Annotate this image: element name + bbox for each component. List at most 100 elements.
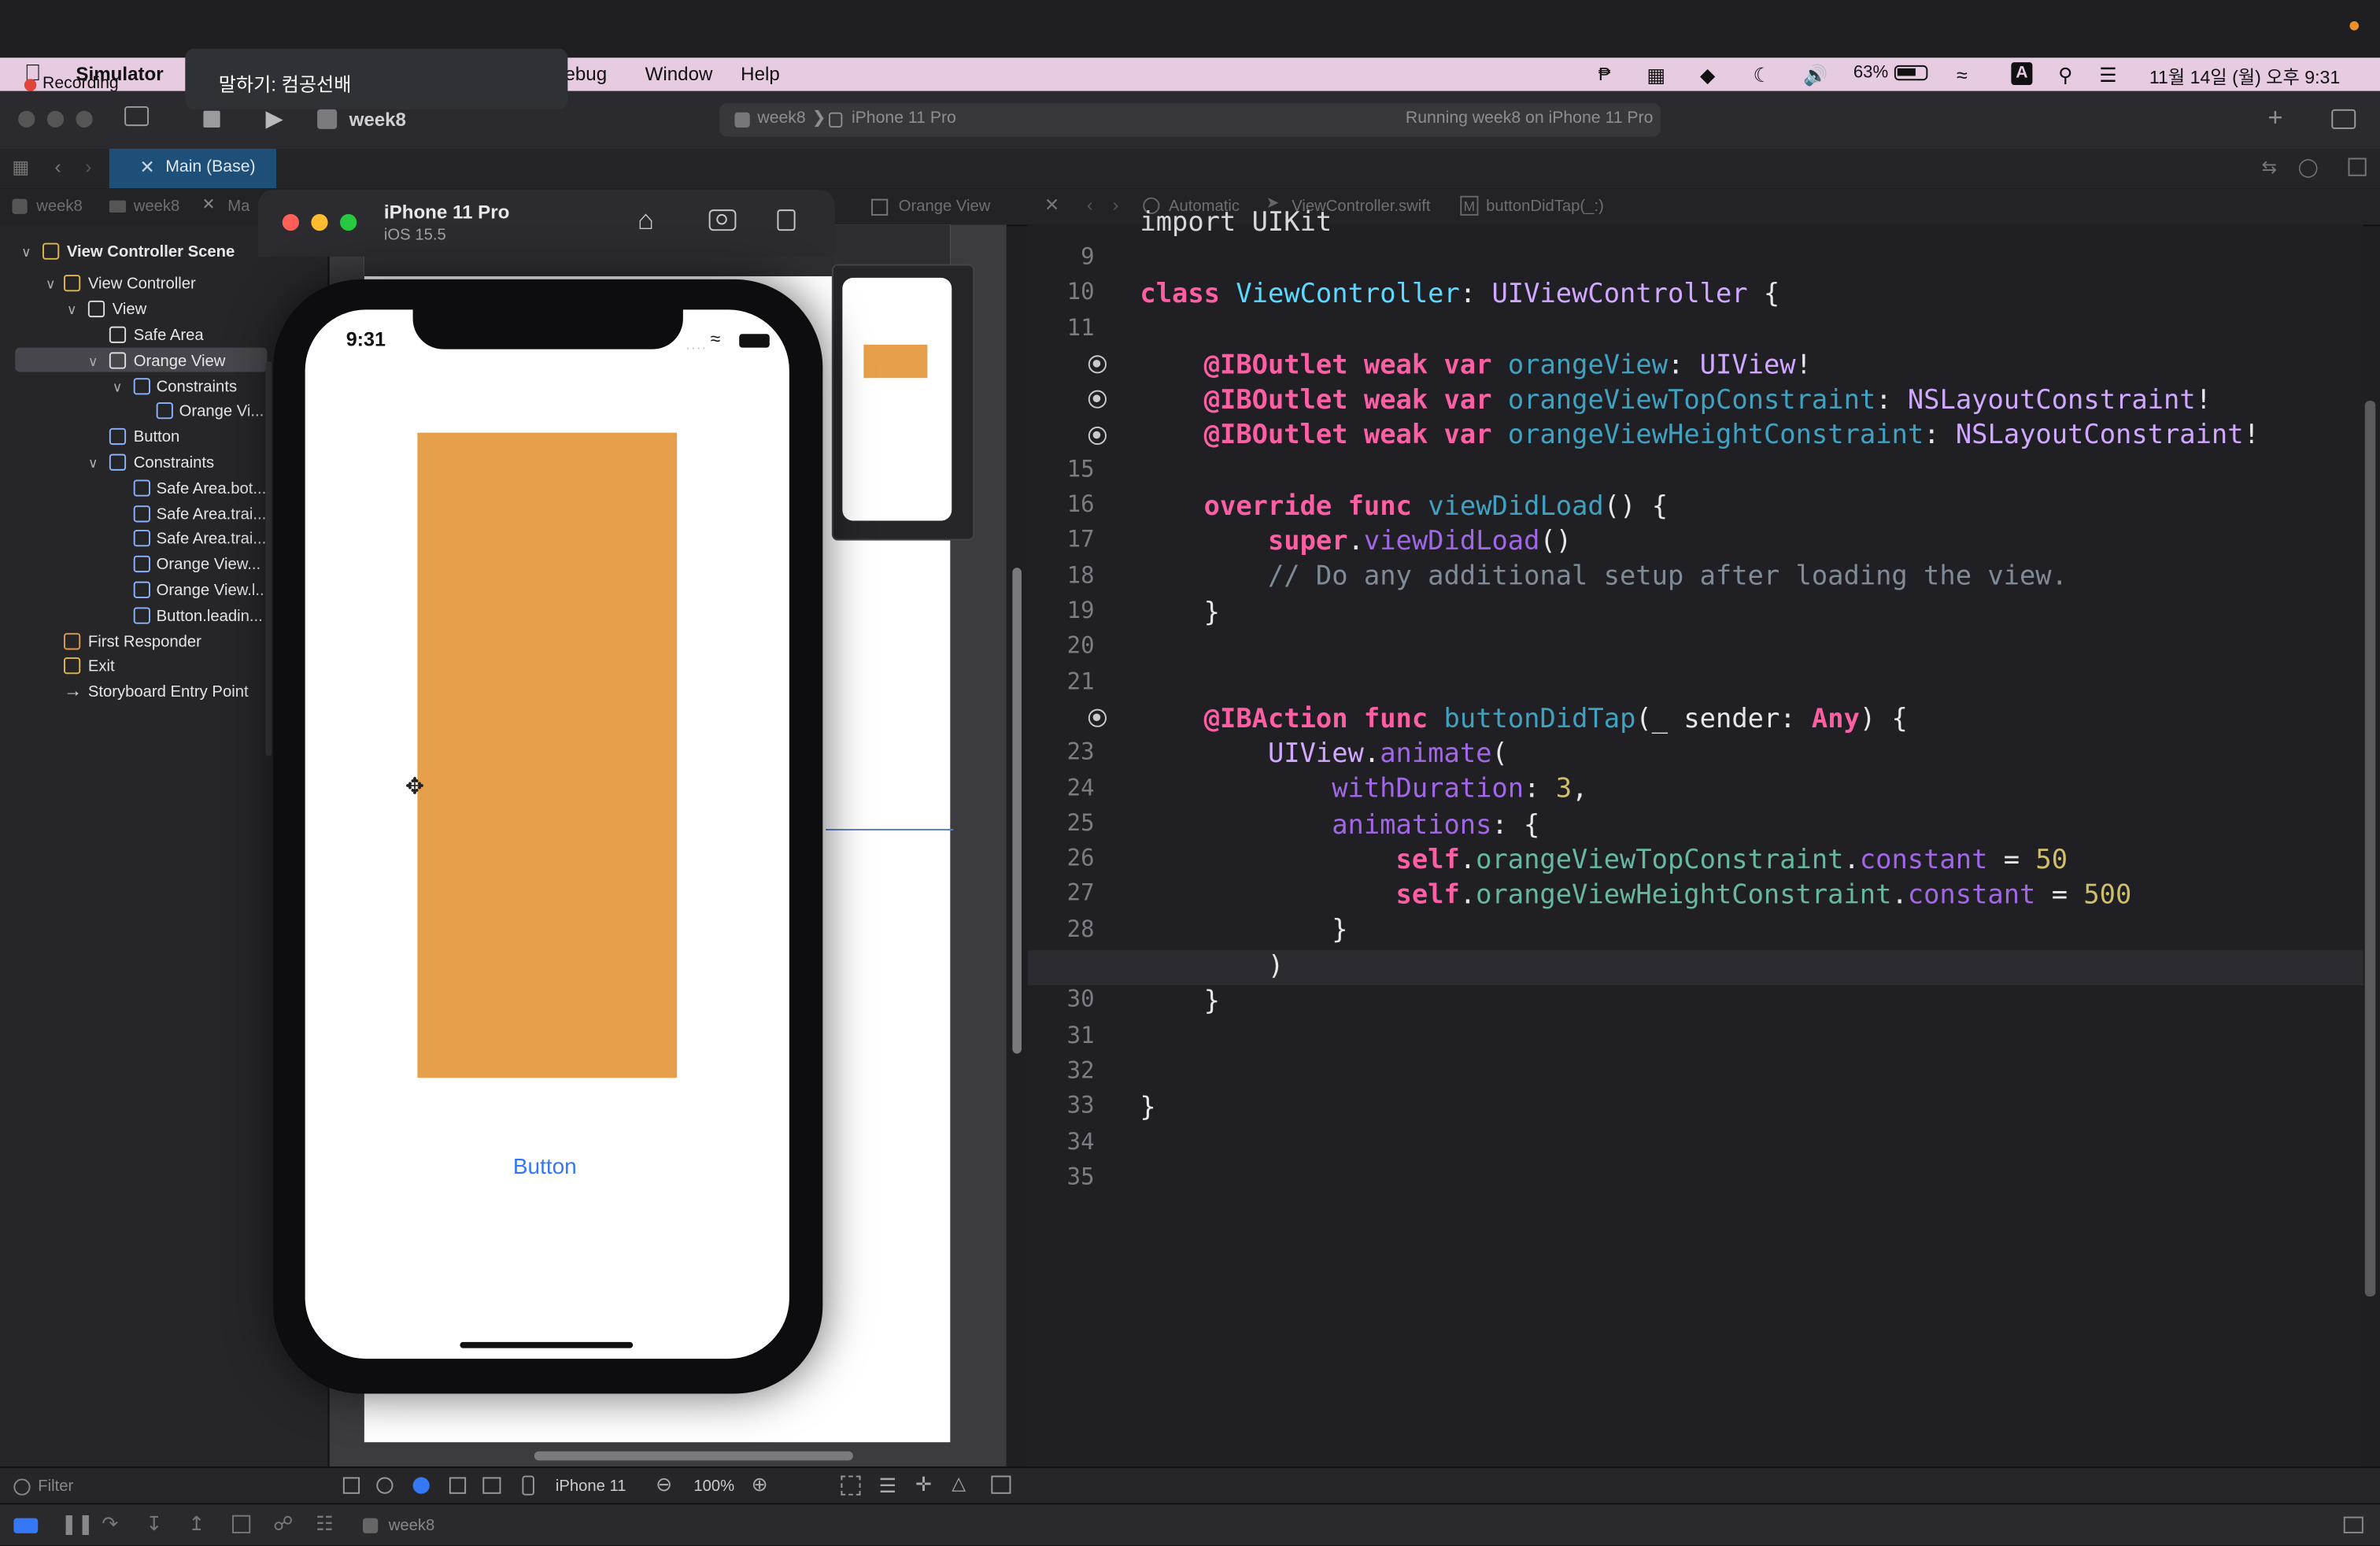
sidebar-toggle-icon[interactable] (124, 106, 150, 127)
outlet-connection-icon[interactable] (1088, 390, 1107, 409)
jumpbar-crumb-1[interactable]: week8 (36, 198, 83, 216)
menubar-clock[interactable]: 11월 14일 (월) 오후 9:31 (2149, 64, 2340, 90)
outlet-connection-icon[interactable] (1088, 425, 1107, 445)
nav-item-constraints[interactable]: Constraints (134, 451, 214, 475)
refresh-icon[interactable]: ⇆ (2262, 157, 2277, 178)
home-icon[interactable]: ⌂ (638, 205, 654, 237)
jumpbar-crumb-2[interactable]: week8 (134, 198, 180, 216)
jumpbar-mid-tab[interactable]: Orange View (899, 198, 991, 216)
nav-item-orange-view-leading-constraint[interactable]: Orange View.l... (157, 579, 269, 603)
editor-vertical-scrollbar[interactable] (2364, 401, 2376, 1297)
nav-item-first-responder[interactable]: First Responder (88, 630, 201, 654)
pause-icon[interactable]: ❚❚ (61, 1512, 94, 1537)
nav-item-safe-area-bottom-constraint[interactable]: Safe Area.bot... (157, 477, 267, 501)
simulator-zoom-button[interactable] (340, 213, 357, 231)
disclosure-chevron-icon[interactable]: ∨ (67, 298, 77, 322)
device-selector[interactable]: iPhone 11 (556, 1478, 626, 1496)
forward-arrow-icon[interactable]: › (85, 155, 91, 178)
window-close-button[interactable] (18, 110, 35, 128)
tab-main-base[interactable]: ✕ Main (Base) (109, 149, 277, 189)
app-button[interactable]: Button (513, 1156, 577, 1180)
navigator-scrollbar[interactable] (265, 361, 272, 756)
jumpbar-method[interactable]: buttonDidTap(_:) (1486, 198, 1604, 216)
grid-icon[interactable]: ▦ (1647, 64, 1666, 88)
nav-item-button[interactable]: Button (134, 425, 180, 449)
nav-item-constraints[interactable]: Constraints (157, 375, 237, 399)
nav-item-orange-view-constraint[interactable]: Orange Vi... (179, 399, 264, 423)
zoom-in-icon[interactable]: ⊕ (752, 1473, 768, 1497)
home-indicator[interactable] (460, 1341, 634, 1348)
jumpbar-crumb-3[interactable]: Ma (227, 198, 249, 216)
overlap-icon[interactable]: ◯ (2298, 157, 2319, 178)
nav-item-view[interactable]: View (113, 298, 147, 322)
nav-item-safe-area-trailing-constraint-2[interactable]: Safe Area.trai... (157, 527, 267, 551)
debug-area-toggle[interactable] (13, 1518, 39, 1533)
canvas-horizontal-scrollbar[interactable] (534, 1451, 853, 1461)
back-arrow-icon[interactable]: ‹ (54, 155, 61, 178)
appearance-icon[interactable] (412, 1477, 430, 1494)
outlet-connection-icon[interactable] (1088, 708, 1107, 727)
volume-icon[interactable]: 🔊 (1803, 64, 1828, 88)
nav-item-orange-view[interactable]: Orange View (134, 350, 226, 374)
breadcrumb-project[interactable]: week8 (757, 109, 805, 128)
disclosure-chevron-icon[interactable]: ∨ (113, 375, 123, 399)
battery-icon[interactable] (1894, 65, 1928, 81)
menu-help[interactable]: Help (741, 64, 780, 85)
close-icon[interactable]: ✕ (1044, 194, 1059, 216)
stop-button[interactable] (203, 110, 220, 128)
nav-item-orange-view-constraint-2[interactable]: Orange View... (157, 553, 261, 577)
disclosure-chevron-icon[interactable]: ∨ (46, 272, 56, 296)
inspector-toggle-icon[interactable] (2331, 109, 2356, 129)
jumpbar-forward-icon[interactable]: › (1113, 194, 1119, 216)
source-editor[interactable]: 9101115161718192021232425262728293031323… (1027, 208, 2376, 1467)
embed-icon[interactable] (991, 1475, 1011, 1494)
memory-graph-icon[interactable]: ☍ (273, 1512, 293, 1537)
add-icon[interactable]: + (2267, 103, 2282, 134)
rotate-icon[interactable] (777, 209, 796, 231)
nav-item-exit[interactable]: Exit (88, 654, 115, 679)
grid-icon[interactable]: ▦ (12, 157, 29, 178)
console-toggle-icon[interactable] (2343, 1516, 2363, 1533)
menu-window[interactable]: Window (645, 64, 713, 85)
diamond-icon[interactable]: ◆ (1700, 64, 1715, 88)
step-in-icon[interactable]: ↧ (146, 1512, 162, 1537)
step-out-icon[interactable]: ↥ (188, 1512, 205, 1537)
canvas-vertical-scrollbar[interactable] (1012, 568, 1022, 1054)
layout-icon[interactable] (482, 1477, 501, 1494)
outline-toggle-icon[interactable] (342, 1477, 360, 1494)
env-overrides-icon[interactable]: ☷ (316, 1512, 333, 1537)
update-frames-icon[interactable] (841, 1475, 861, 1496)
nav-item-storyboard-entry-point[interactable]: Storyboard Entry Point (88, 680, 249, 705)
scene-thumbnail[interactable] (831, 264, 975, 541)
window-zoom-button[interactable] (76, 110, 93, 128)
zoom-out-icon[interactable]: ⊖ (656, 1473, 672, 1497)
moon-icon[interactable]: ☾ (1754, 64, 1771, 88)
align-icon[interactable]: ☰ (879, 1474, 896, 1499)
keyboard-layout-icon[interactable]: ₱ (1598, 64, 1610, 85)
outlet-connection-icon[interactable] (1088, 355, 1107, 374)
add-constraints-icon[interactable]: ✛ (915, 1473, 932, 1497)
nav-item-safe-area[interactable]: Safe Area (134, 324, 204, 348)
disclosure-chevron-icon[interactable]: ∨ (21, 240, 31, 264)
screenshot-icon[interactable] (708, 209, 737, 231)
filter-label[interactable]: Filter (38, 1478, 73, 1496)
wifi-icon[interactable]: ≈ (1957, 64, 1968, 87)
nav-item-button-leading-constraint[interactable]: Button.leadin... (157, 605, 263, 629)
disclosure-chevron-icon[interactable]: ∨ (88, 350, 98, 374)
step-over-icon[interactable]: ↷ (102, 1512, 118, 1537)
simulator-minimize-button[interactable] (311, 213, 328, 231)
simulator-close-button[interactable] (282, 213, 299, 231)
jumpbar-back-icon[interactable]: ‹ (1087, 194, 1093, 216)
disclosure-chevron-icon[interactable]: ∨ (88, 451, 98, 475)
nav-item-view-controller-scene[interactable]: View Controller Scene (67, 240, 235, 264)
view-hierarchy-icon[interactable] (232, 1515, 251, 1533)
search-icon[interactable]: ⚲ (2058, 64, 2072, 88)
accessibility-icon[interactable] (376, 1477, 394, 1494)
breadcrumb-device[interactable]: iPhone 11 Pro (852, 109, 956, 128)
nav-item-safe-area-trailing-constraint[interactable]: Safe Area.trai... (157, 502, 267, 527)
split-icon[interactable] (2348, 157, 2367, 176)
zoom-level[interactable]: 100% (693, 1478, 734, 1496)
nav-item-view-controller[interactable]: View Controller (88, 272, 196, 296)
input-mode-indicator[interactable]: A (2011, 62, 2033, 86)
control-center-icon[interactable]: ☰ (2099, 64, 2116, 88)
